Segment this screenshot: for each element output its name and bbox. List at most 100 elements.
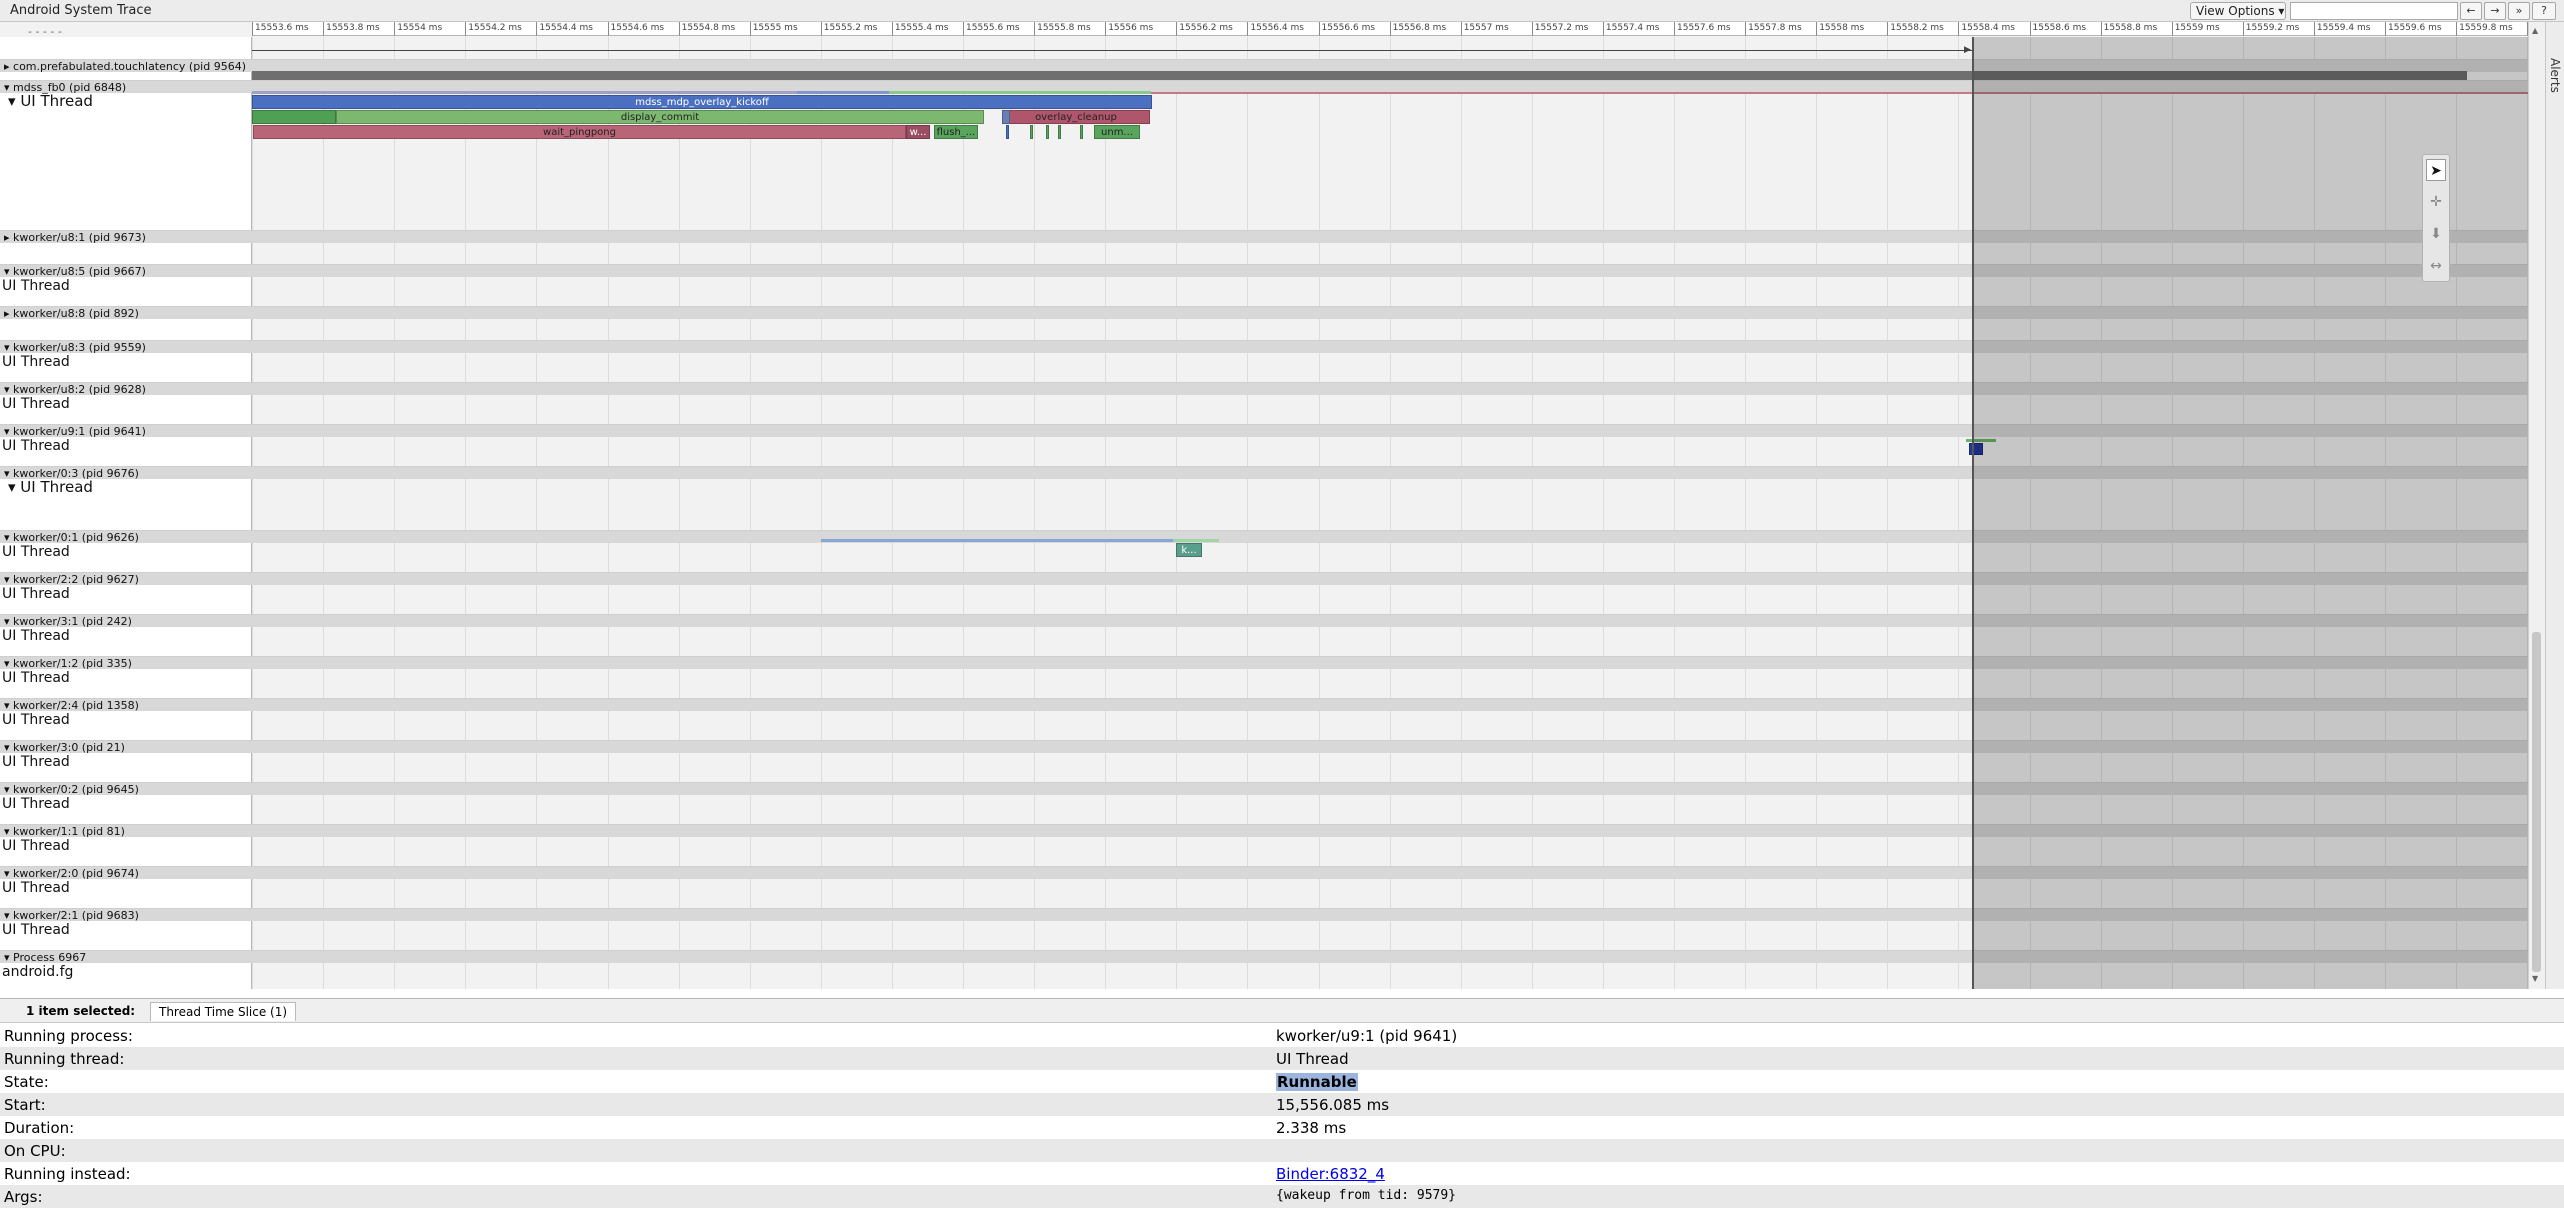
timeline-view[interactable]: 15553.6 ms 15553.8 ms 15554 ms 15554.2 ms 15… (0, 22, 2545, 989)
thread-label: UI Thread (2, 754, 70, 770)
detail-key: Running thread: (4, 1050, 125, 1068)
tool-palette: ➤ ✛ ⬇ ↔ (2422, 154, 2450, 282)
app-title: Android System Trace (10, 3, 152, 18)
detail-key: State: (4, 1073, 49, 1091)
process-label: ▾ kworker/2:1 (pid 9683) (4, 909, 139, 922)
process-label: ▾ kworker/2:2 (pid 9627) (4, 573, 139, 586)
slice-sliver[interactable] (1080, 125, 1083, 139)
slice-w[interactable]: w... (906, 125, 930, 139)
detail-value: UI Thread (1276, 1050, 1349, 1068)
activity-bar (821, 539, 1173, 542)
thread-label: UI Thread (2, 628, 70, 644)
help-button[interactable]: ? (2532, 2, 2556, 20)
process-label: ▸ com.prefabulated.touchlatency (pid 956… (4, 60, 247, 73)
timing-tool-icon[interactable]: ↔ (2426, 255, 2446, 277)
detail-value[interactable]: Binder:6832_4 (1276, 1165, 1385, 1183)
thread-label: UI Thread (2, 354, 70, 370)
process-label: ▾ kworker/2:4 (pid 1358) (4, 699, 139, 712)
alerts-label: Alerts (2548, 58, 2562, 93)
selection-tab-strip: 1 item selected: Thread Time Slice (1) (0, 999, 2564, 1023)
thread-label: android.fg (2, 964, 74, 980)
nav-all-button[interactable]: » (2508, 2, 2530, 20)
thread-label: UI Thread (2, 544, 70, 560)
selection-count: 1 item selected: (26, 1004, 136, 1018)
detail-value: {wakeup from tid: 9579} (1276, 1188, 1457, 1203)
detail-key: Start: (4, 1096, 46, 1114)
slice-green-prefix[interactable] (252, 110, 336, 124)
tab-thread-time-slice[interactable]: Thread Time Slice (1) (150, 1002, 297, 1021)
nav-next-button[interactable]: → (2484, 2, 2506, 20)
process-label: ▾ kworker/u9:1 (pid 9641) (4, 425, 146, 438)
process-label: ▾ kworker/0:1 (pid 9626) (4, 531, 139, 544)
detail-row: State: Runnable (0, 1070, 2564, 1093)
thread-label: UI Thread (2, 712, 70, 728)
process-label: ▸ kworker/u8:8 (pid 892) (4, 307, 139, 320)
scroll-down-icon[interactable]: ▼ (2532, 974, 2538, 983)
thread-label: UI Thread (2, 838, 70, 854)
title-bar: Android System Trace View Options ▾ ← → … (0, 0, 2564, 22)
slice-small[interactable] (1002, 110, 1010, 124)
slice-kworker01[interactable]: k... (1176, 543, 1202, 557)
slice-overlay-cleanup[interactable]: overlay_cleanup (1002, 110, 1150, 124)
activity-bar (1173, 539, 1219, 542)
process-label: ▾ kworker/0:2 (pid 9645) (4, 783, 139, 796)
detail-row: Running process: kworker/u9:1 (pid 9641) (0, 1024, 2564, 1047)
detail-key: Running instead: (4, 1165, 131, 1183)
detail-value: 15,556.085 ms (1276, 1096, 1390, 1114)
process-label: ▾ kworker/u8:2 (pid 9628) (4, 383, 146, 396)
process-label: ▾ kworker/3:0 (pid 21) (4, 741, 125, 754)
detail-row: Start: 15,556.085 ms (0, 1093, 2564, 1116)
process-label: ▸ kworker/u8:1 (pid 9673) (4, 231, 146, 244)
activity-bar (252, 91, 797, 94)
partial-track-label: - - - - - (28, 25, 62, 38)
mdss-ui-thread-label: ▾ UI Thread (8, 92, 93, 110)
slice-display-commit[interactable]: display_commit (336, 110, 984, 124)
process-label: ▾ kworker/2:0 (pid 9674) (4, 867, 139, 880)
process-label: ▾ kworker/1:1 (pid 81) (4, 825, 125, 838)
thread-label: UI Thread (2, 586, 70, 602)
view-options-button[interactable]: View Options ▾ (2190, 2, 2286, 20)
slice-sliver[interactable] (1058, 125, 1061, 139)
detail-key: Args: (4, 1188, 43, 1206)
selection-panel: 1 item selected: Thread Time Slice (1) R… (0, 998, 2564, 1211)
process-label: ▾ kworker/u8:3 (pid 9559) (4, 341, 146, 354)
slice-wait-pingpong[interactable]: wait_pingpong (253, 125, 906, 139)
nav-prev-button[interactable]: ← (2460, 2, 2482, 20)
thread-label: UI Thread (2, 278, 70, 294)
activity-bar (797, 91, 889, 94)
activity-bar (889, 91, 1151, 94)
detail-row: Duration: 2.338 ms (0, 1116, 2564, 1139)
thread-label: UI Thread (2, 880, 70, 896)
process-label: ▾ kworker/3:1 (pid 242) (4, 615, 132, 628)
detail-value: 2.338 ms (1276, 1119, 1347, 1137)
detail-key: Running process: (4, 1027, 133, 1045)
process-label: ▾ Process 6967 (4, 951, 87, 964)
process-label: ▾ kworker/1:2 (pid 335) (4, 657, 132, 670)
thread-label: UI Thread (2, 670, 70, 686)
detail-row: Args: {wakeup from tid: 9579} (0, 1185, 2564, 1208)
detail-row: Running thread: UI Thread (0, 1047, 2564, 1070)
slice-sliver[interactable] (1030, 125, 1033, 139)
pointer-tool-icon[interactable]: ➤ (2426, 159, 2446, 181)
thread-label: UI Thread (2, 796, 70, 812)
zoom-tool-icon[interactable]: ⬇ (2426, 223, 2446, 245)
detail-row: On CPU: (0, 1139, 2564, 1162)
detail-key: Duration: (4, 1119, 75, 1137)
alerts-side-tab[interactable]: Alerts (2545, 22, 2564, 989)
scroll-up-icon[interactable]: ▲ (2532, 26, 2538, 35)
timeline-scrollbar[interactable]: ▲ ▼ (2528, 22, 2545, 989)
process-label: ▾ kworker/u8:5 (pid 9667) (4, 265, 146, 278)
scrollbar-thumb[interactable] (2532, 632, 2541, 972)
detail-value: Runnable (1276, 1073, 1358, 1091)
search-input[interactable] (2290, 2, 2458, 20)
pan-tool-icon[interactable]: ✛ (2426, 191, 2446, 213)
detail-value: kworker/u9:1 (pid 9641) (1276, 1027, 1458, 1045)
detail-row: Running instead: Binder:6832_4 (0, 1162, 2564, 1185)
slice-unm[interactable]: unm... (1094, 125, 1140, 139)
slice-sliver[interactable] (1046, 125, 1049, 139)
thread-label: UI Thread (2, 922, 70, 938)
slice-flush[interactable]: flush_... (934, 125, 978, 139)
slice-sliver[interactable] (1006, 125, 1009, 139)
slice-mdss-overlay-kickoff[interactable]: mdss_mdp_overlay_kickoff (252, 95, 1152, 109)
thread-label: ▾ UI Thread (8, 478, 93, 496)
